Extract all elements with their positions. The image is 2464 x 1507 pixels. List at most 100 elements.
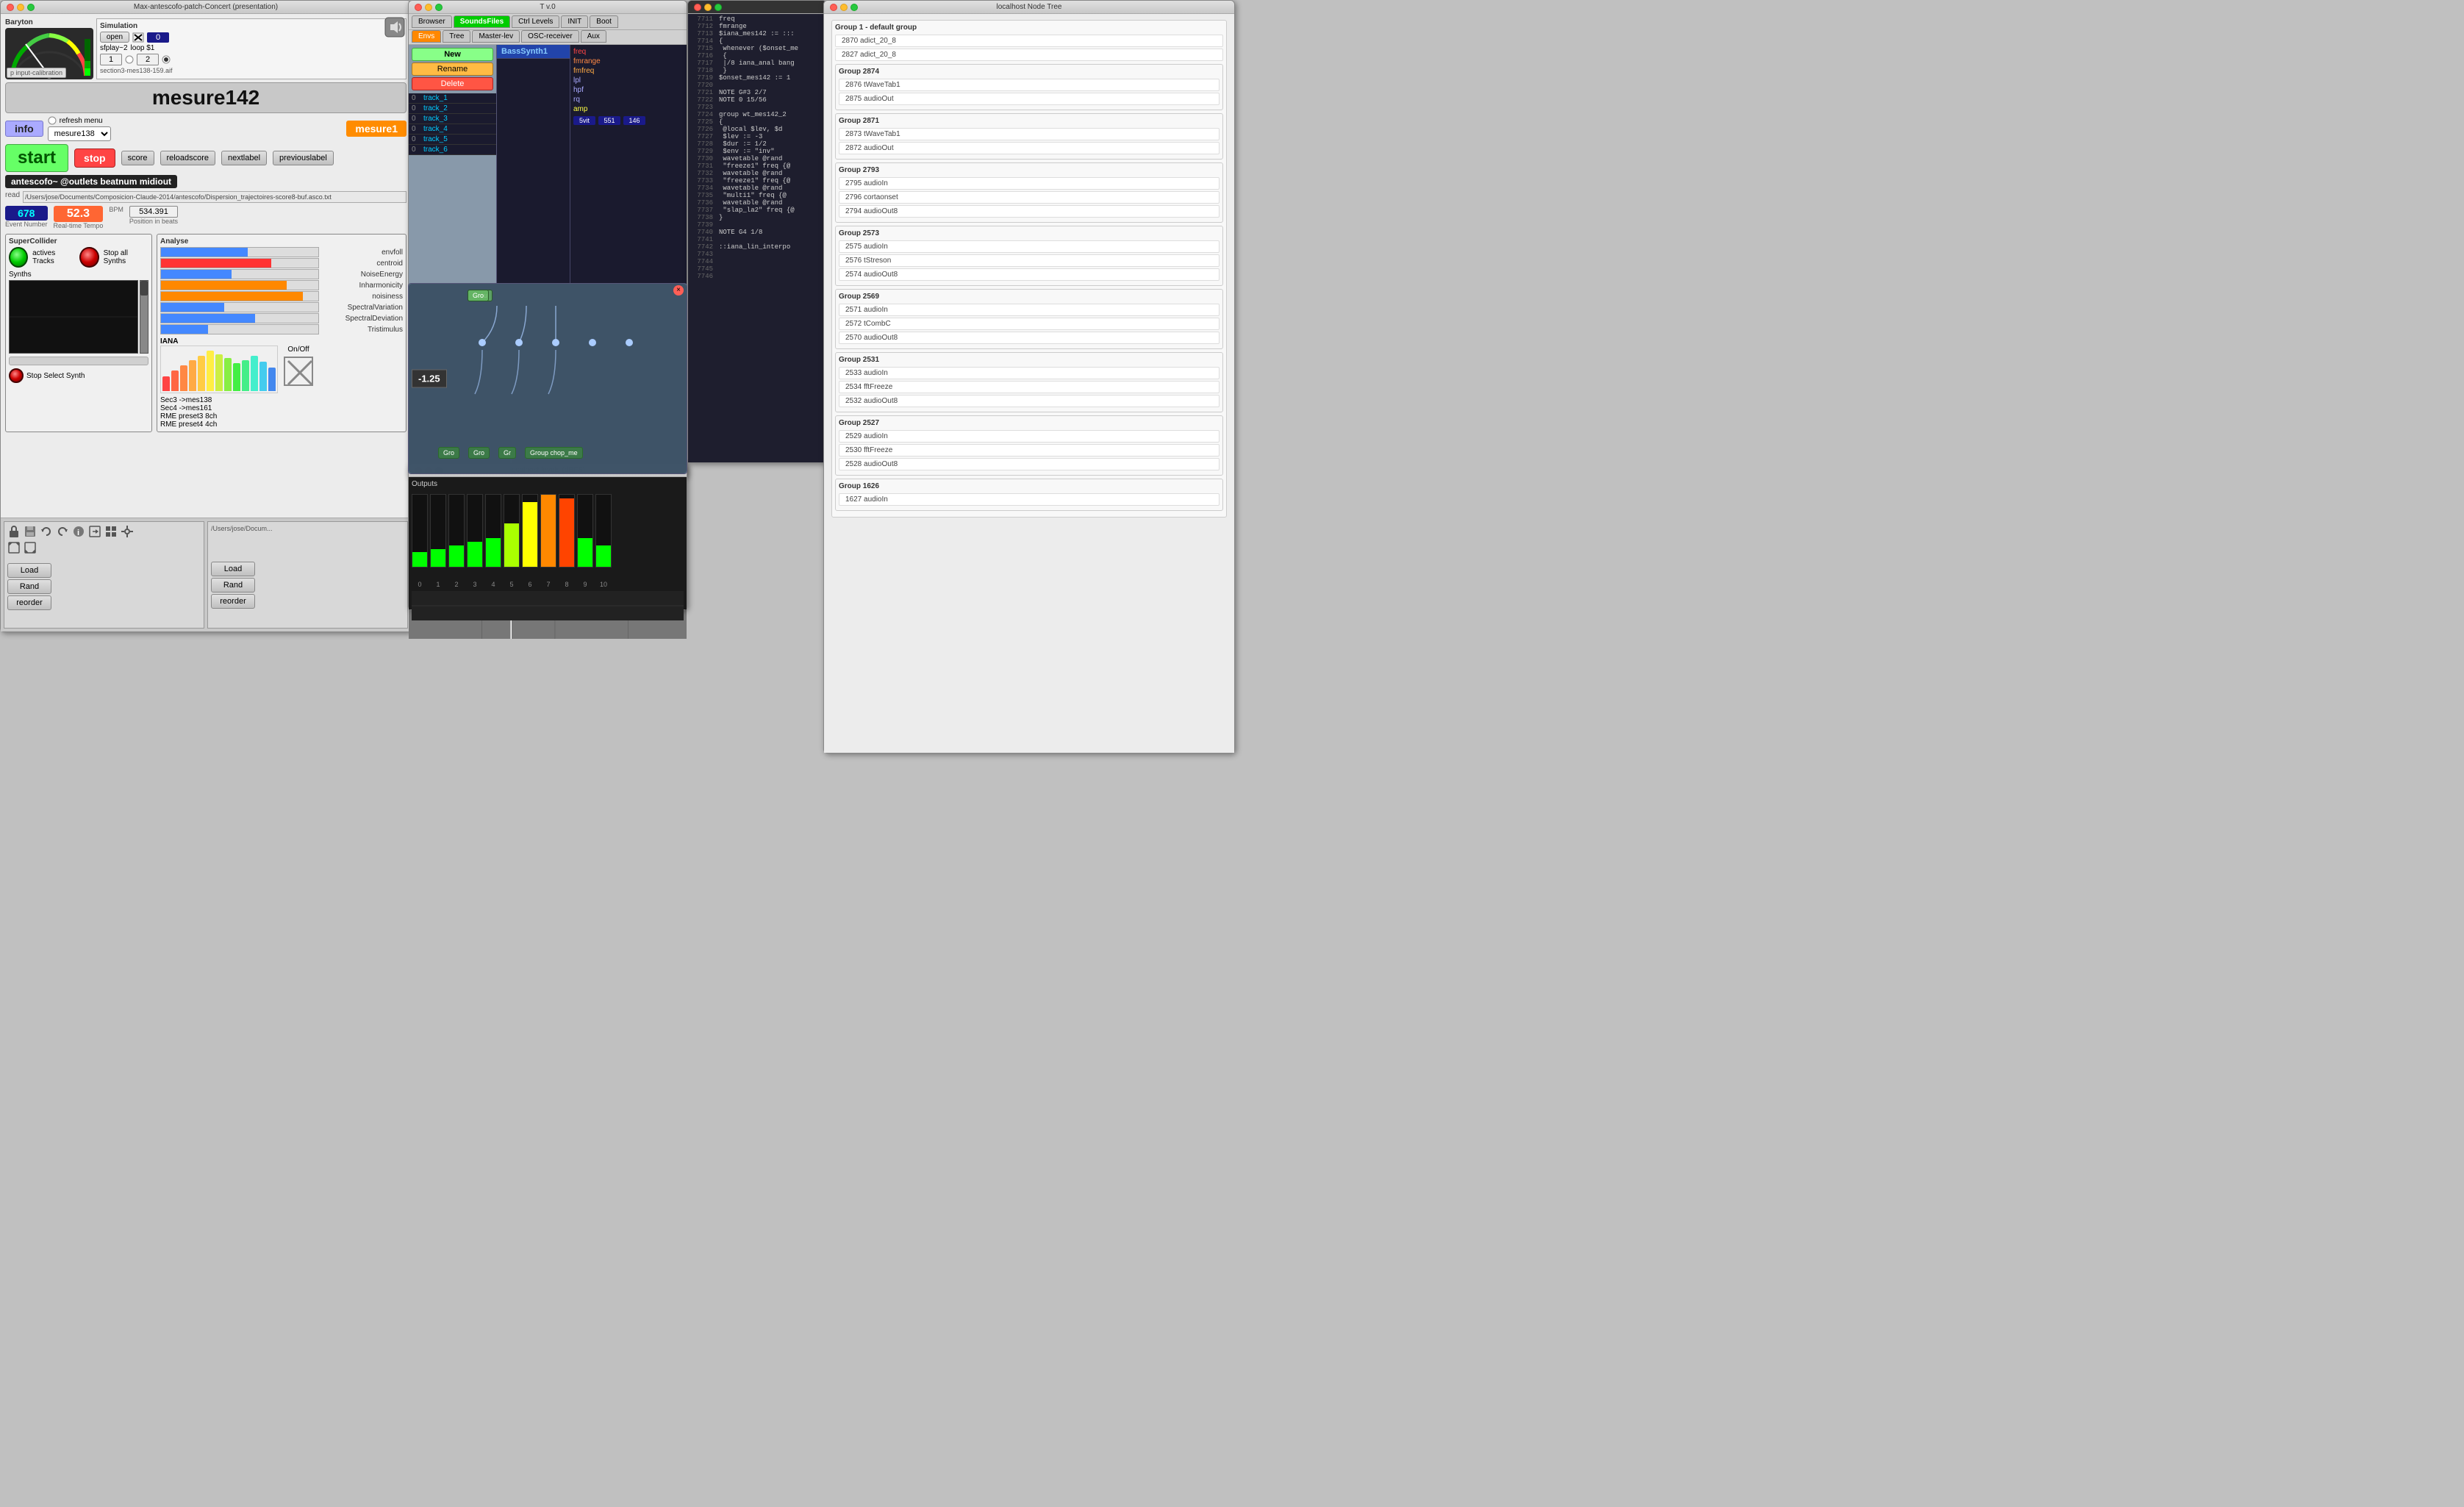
delete-button[interactable]: Delete [412,77,493,90]
load-btn-right[interactable]: Load [211,562,255,576]
track-row[interactable]: 0 track_3 [409,114,496,124]
reloadscore-button[interactable]: reloadscore [160,151,215,165]
code-min[interactable] [704,4,712,11]
info-icon[interactable]: i [72,525,85,538]
refresh-checkbox-icon[interactable] [48,116,57,125]
node-item[interactable]: 2570 audioOut8 [839,332,1220,344]
tv0-traffic-lights[interactable] [415,4,443,11]
tab-master[interactable]: Master-lev [472,30,520,43]
info-button[interactable]: info [5,121,43,137]
synths-scrollbar[interactable] [9,357,148,365]
previouslabel-button[interactable]: previouslabel [273,151,334,165]
save-icon[interactable] [24,525,37,538]
node-item[interactable]: 2533 audioIn [839,367,1220,379]
node-item[interactable]: 2572 tCombC [839,318,1220,330]
tab-browser[interactable]: Browser [412,15,452,28]
node-item[interactable]: 2873 tWaveTab1 [839,128,1220,140]
start-button[interactable]: start [5,144,68,172]
node-item[interactable]: 2530 fftFreeze [839,444,1220,457]
rand-btn-left[interactable]: Rand [7,579,51,594]
minimize-btn[interactable] [17,4,24,11]
tab-ctrllevels[interactable]: Ctrl Levels [512,15,559,28]
refresh-menu-label[interactable]: refresh menu [48,116,343,125]
reorder-btn-left[interactable]: reorder [7,595,51,610]
code-max[interactable] [715,4,722,11]
track-row[interactable]: 0 track_2 [409,104,496,114]
synths-fader[interactable] [140,280,148,354]
new-button[interactable]: New [412,48,493,61]
node-item[interactable]: 1627 audioIn [839,493,1220,506]
node-item[interactable]: 2534 fftFreeze [839,381,1220,393]
stop-button[interactable]: stop [74,148,115,168]
nodetree-close[interactable] [830,4,837,11]
code-close[interactable] [694,4,701,11]
rand-btn-right[interactable]: Rand [211,578,255,593]
node-item[interactable]: 2875 audioOut [839,93,1220,105]
node-item[interactable]: 2827 adict_20_8 [835,49,1223,61]
node-item[interactable]: 2576 tStreson [839,254,1220,267]
calibration-label[interactable]: p input-calibration [7,68,66,78]
rename-button[interactable]: Rename [412,62,493,76]
nodetree-traffic-lights[interactable] [830,4,858,11]
open-value[interactable]: 0 [147,32,169,43]
node-item[interactable]: 2796 cortaonset [839,191,1220,204]
grid-icon[interactable] [104,525,118,538]
load-btn-left[interactable]: Load [7,563,51,578]
tab-init[interactable]: INIT [561,15,588,28]
traffic-lights[interactable] [7,4,35,11]
open-button[interactable]: open [100,32,129,43]
stop-select-synth-btn[interactable] [9,368,24,383]
nodetree-min[interactable] [840,4,848,11]
expand-icon[interactable] [24,541,37,554]
tv0-min[interactable] [425,4,432,11]
speaker-icon[interactable] [384,17,405,37]
node-item[interactable]: 2528 audioOut8 [839,458,1220,470]
undo-icon[interactable] [40,525,53,538]
export-icon[interactable] [88,525,101,538]
redo-icon[interactable] [56,525,69,538]
mesure-dropdown[interactable]: mesure138 [48,126,111,141]
node-item[interactable]: 2795 audioIn [839,177,1220,190]
sim-num1[interactable]: 1 [100,54,122,65]
tab-aux[interactable]: Aux [581,30,606,43]
sc-active-indicator[interactable] [9,247,28,268]
node-item[interactable]: 2574 audioOut8 [839,268,1220,281]
track-row[interactable]: 0 track_5 [409,135,496,145]
node-item[interactable]: 2529 audioIn [839,430,1220,443]
code-traffic-lights[interactable] [694,4,722,11]
radio2-icon[interactable] [162,55,171,64]
close-btn[interactable] [7,4,14,11]
node-item[interactable]: 2872 audioOut [839,142,1220,154]
tab-tree[interactable]: Tree [443,30,470,43]
reorder-btn-right[interactable]: reorder [211,594,255,609]
patch-nodes-bottom: Gro Gro Gr Group chop_me [438,447,583,459]
radio1-icon[interactable] [125,55,134,64]
score-button[interactable]: score [121,151,154,165]
tv0-close[interactable] [415,4,422,11]
node-item[interactable]: 2571 audioIn [839,304,1220,316]
node-item[interactable]: 2794 audioOut8 [839,205,1220,218]
checkbox-icon[interactable] [132,32,144,43]
node-item[interactable]: 2870 adict_20_8 [835,35,1223,47]
maximize-btn[interactable] [27,4,35,11]
track-row[interactable]: 0 track_4 [409,124,496,135]
nodetree-max[interactable] [850,4,858,11]
settings-icon[interactable] [121,525,134,538]
fit-icon[interactable] [7,541,21,554]
tab-osc[interactable]: OSC-receiver [521,30,579,43]
sim-num2[interactable]: 2 [137,54,159,65]
tab-boot[interactable]: Boot [590,15,618,28]
tab-soundsfiles[interactable]: SoundsFiles [454,15,510,28]
tab-envs[interactable]: Envs [412,30,441,43]
nextlabel-button[interactable]: nextlabel [221,151,267,165]
onoff-toggle[interactable] [284,357,313,386]
meter-bar [595,494,612,568]
node-item[interactable]: 2876 tWaveTab1 [839,79,1220,91]
bass-synth-label[interactable]: BassSynth1 [497,45,570,59]
node-item[interactable]: 2575 audioIn [839,240,1220,253]
track-row[interactable]: 0 track_6 [409,145,496,155]
node-item[interactable]: 2532 audioOut8 [839,395,1220,407]
tv0-max[interactable] [435,4,443,11]
track-row[interactable]: 0 track_1 [409,93,496,104]
stop-synths-btn[interactable] [79,247,99,268]
